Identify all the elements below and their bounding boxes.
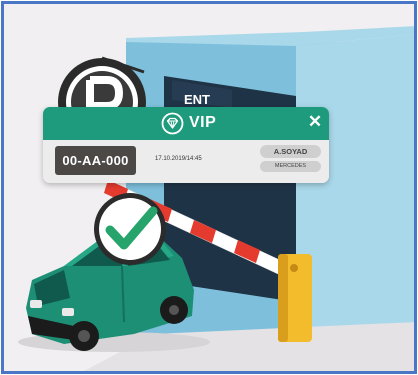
- vip-card-body: 00-AA-000 17.10.2019/14:45 A.SOYAD MERCE…: [43, 140, 329, 183]
- vip-access-card: VIP ✕ 00-AA-000 17.10.2019/14:45 A.SOYAD…: [43, 107, 329, 183]
- entrance-sign-text: ENT: [184, 92, 210, 107]
- parking-scene: ENT: [18, 26, 414, 371]
- diamond-badge-icon: [161, 112, 184, 135]
- close-icon[interactable]: ✕: [306, 112, 324, 132]
- vip-card-header: VIP ✕: [43, 107, 329, 140]
- illustration-frame: ENT VIP ✕ 00-AA-000 17.10.2019/14:45 A.S…: [1, 1, 417, 374]
- entry-timestamp: 17.10.2019/14:45: [155, 156, 202, 162]
- building-side: [296, 34, 414, 342]
- barrier-post: [278, 254, 312, 342]
- approved-badge: [94, 193, 166, 265]
- owner-name-badge: A.SOYAD: [260, 145, 321, 158]
- car-brand-badge: MERCEDES: [260, 161, 321, 172]
- vip-title: VIP: [189, 114, 217, 131]
- license-plate: 00-AA-000: [55, 146, 136, 175]
